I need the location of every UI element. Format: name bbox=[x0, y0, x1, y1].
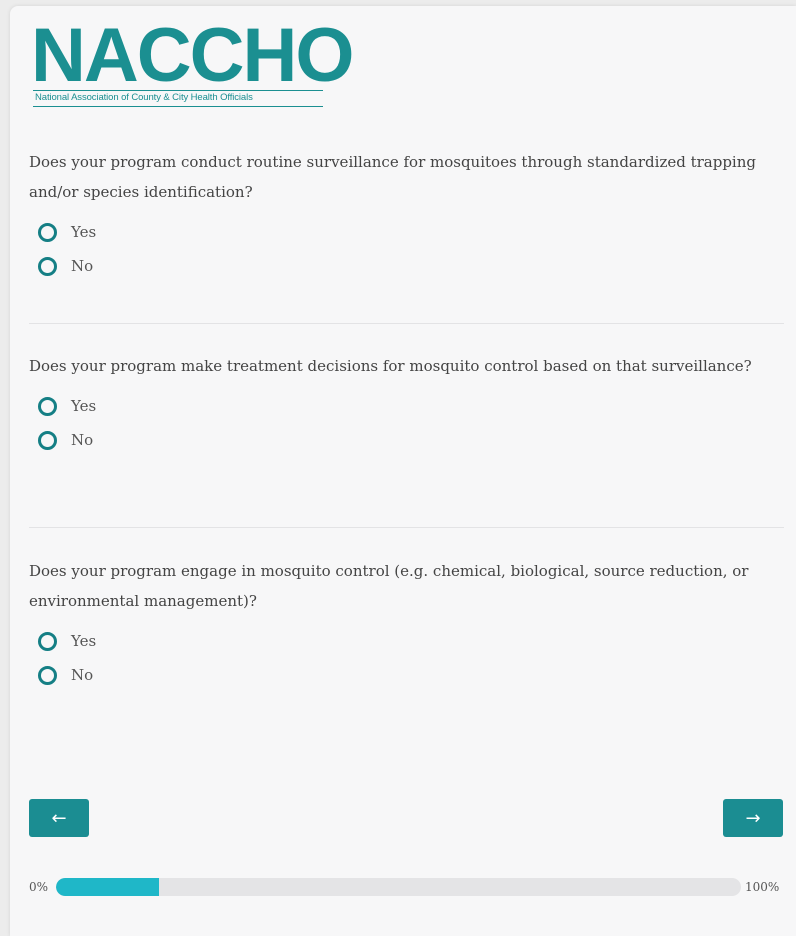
option-no[interactable]: No bbox=[29, 249, 789, 283]
progress-end-label: 100% bbox=[745, 880, 780, 894]
option-label: No bbox=[71, 431, 94, 449]
radio-circle-icon[interactable] bbox=[38, 222, 57, 242]
question-3: Does your program engage in mosquito con… bbox=[29, 556, 789, 692]
option-no[interactable]: No bbox=[29, 658, 789, 692]
radio-circle-icon[interactable] bbox=[38, 256, 57, 276]
logo-rule bbox=[33, 90, 323, 91]
radio-circle-icon[interactable] bbox=[38, 665, 57, 685]
divider bbox=[29, 323, 784, 324]
option-label: Yes bbox=[71, 397, 97, 415]
question-1: Does your program conduct routine survei… bbox=[29, 147, 789, 283]
next-button[interactable]: → bbox=[723, 799, 783, 837]
option-label: No bbox=[71, 666, 94, 684]
logo-rule bbox=[33, 106, 323, 107]
option-yes[interactable]: Yes bbox=[29, 624, 789, 658]
survey-card: NACCHO National Association of County & … bbox=[10, 6, 796, 936]
logo-wordmark: NACCHO bbox=[31, 13, 355, 98]
radio-circle-icon[interactable] bbox=[38, 430, 57, 450]
option-no[interactable]: No bbox=[29, 423, 789, 457]
option-label: Yes bbox=[71, 632, 97, 650]
question-text: Does your program make treatment decisio… bbox=[29, 357, 752, 375]
back-button[interactable]: ← bbox=[29, 799, 89, 837]
progress-bar bbox=[56, 878, 741, 896]
arrow-right-icon: → bbox=[745, 807, 761, 829]
question-2: Does your program make treatment decisio… bbox=[29, 351, 789, 457]
naccho-logo: NACCHO National Association of County & … bbox=[31, 18, 355, 110]
option-yes[interactable]: Yes bbox=[29, 215, 789, 249]
arrow-left-icon: ← bbox=[51, 807, 67, 829]
question-text: Does your program engage in mosquito con… bbox=[29, 562, 749, 610]
option-label: No bbox=[71, 257, 94, 275]
logo-tagline: National Association of County & City He… bbox=[35, 92, 253, 103]
progress-start-label: 0% bbox=[29, 880, 49, 894]
option-yes[interactable]: Yes bbox=[29, 389, 789, 423]
radio-circle-icon[interactable] bbox=[38, 631, 57, 651]
progress-row: 0% 100% bbox=[29, 878, 789, 896]
divider bbox=[29, 527, 784, 528]
progress-fill bbox=[56, 878, 159, 896]
radio-circle-icon[interactable] bbox=[38, 396, 57, 416]
option-label: Yes bbox=[71, 223, 97, 241]
question-text: Does your program conduct routine survei… bbox=[29, 153, 756, 201]
